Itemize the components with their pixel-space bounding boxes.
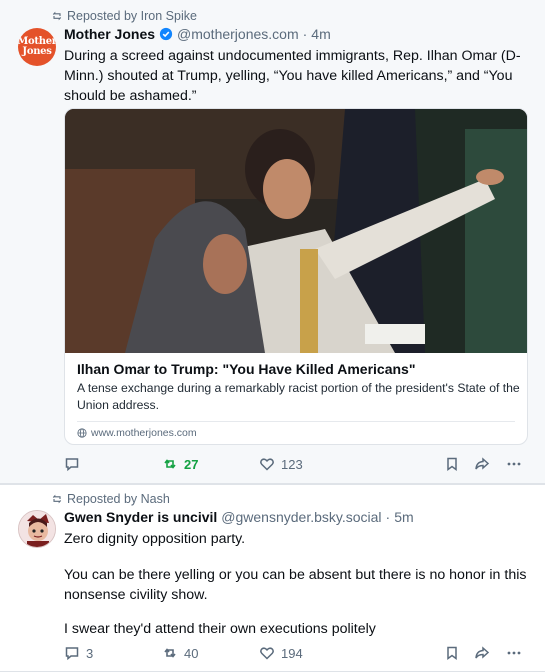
feed-post[interactable]: Reposted by Nash Gwen Snyder is uncivil …	[0, 484, 545, 672]
repost-icon	[52, 11, 62, 21]
card-domain-text: www.motherjones.com	[91, 427, 197, 439]
repost-button[interactable]: 40	[162, 645, 198, 661]
card-thumbnail	[65, 109, 527, 353]
reply-count: 3	[86, 645, 94, 661]
reply-button[interactable]	[64, 456, 86, 472]
avatar-image	[19, 511, 55, 547]
ellipsis-icon	[507, 462, 521, 466]
bookmark-icon	[447, 646, 457, 660]
share-button[interactable]	[474, 645, 490, 661]
bookmark-button[interactable]	[444, 645, 460, 661]
repost-button[interactable]: 27	[162, 456, 198, 472]
card-divider	[77, 421, 515, 422]
author-handle[interactable]: @motherjones.com	[177, 26, 299, 42]
post-time[interactable]: 4m	[311, 26, 330, 42]
heart-icon	[260, 647, 274, 660]
heart-icon	[260, 458, 274, 471]
avatar[interactable]	[18, 510, 56, 548]
share-button[interactable]	[474, 456, 490, 472]
card-domain: www.motherjones.com	[77, 427, 197, 439]
post-actions: 3 40 194	[64, 645, 528, 665]
globe-icon	[77, 428, 87, 438]
avatar[interactable]: Mother Jones	[18, 28, 56, 66]
repost-indicator[interactable]: Reposted by Iron Spike	[51, 9, 197, 23]
feed-post[interactable]: Reposted by Iron Spike Mother Jones Moth…	[0, 0, 545, 484]
share-icon	[475, 457, 490, 470]
repost-icon	[52, 494, 62, 504]
author-name[interactable]: Gwen Snyder is uncivil	[64, 509, 217, 525]
repost-count: 27	[184, 456, 199, 472]
author-name[interactable]: Mother Jones	[64, 26, 155, 42]
repost-icon	[164, 459, 176, 469]
post-text-paragraph: You can be there yelling or you can be a…	[64, 567, 527, 603]
more-options-button[interactable]	[506, 645, 522, 661]
link-card[interactable]: Ilhan Omar to Trump: "You Have Killed Am…	[64, 108, 528, 445]
like-button[interactable]: 123	[259, 456, 303, 472]
bookmark-button[interactable]	[444, 456, 460, 472]
post-text: During a screed against undocumented imm…	[64, 48, 521, 104]
avatar-logo-line: Jones	[22, 46, 52, 57]
repost-indicator[interactable]: Reposted by Nash	[51, 492, 170, 506]
reply-icon	[65, 647, 79, 661]
dot-separator: ·	[385, 509, 391, 525]
reply-button[interactable]: 3	[64, 645, 93, 661]
repost-count: 40	[184, 645, 199, 661]
post-text-paragraph: Zero dignity opposition party.	[64, 531, 246, 547]
share-icon	[475, 646, 490, 659]
verified-badge-icon[interactable]	[159, 27, 173, 41]
repost-icon	[164, 648, 176, 658]
author-handle[interactable]: @gwensnyder.bsky.social	[221, 509, 381, 525]
post-actions: 27 123	[64, 456, 528, 476]
reply-icon	[65, 458, 79, 472]
repost-label: Reposted by Iron Spike	[67, 9, 197, 23]
repost-label: Reposted by Nash	[67, 492, 170, 506]
card-description: A tense exchange during a remarkably rac…	[77, 381, 520, 412]
bookmark-icon	[447, 457, 457, 471]
post-time[interactable]: 5m	[394, 509, 413, 525]
like-count: 194	[281, 645, 303, 661]
ellipsis-icon	[507, 651, 521, 655]
more-options-button[interactable]	[506, 456, 522, 472]
card-title: Ilhan Omar to Trump: "You Have Killed Am…	[77, 361, 416, 377]
like-count: 123	[281, 456, 303, 472]
post-text-paragraph: I swear they'd attend their own executio…	[64, 621, 376, 637]
dot-separator: ·	[302, 26, 308, 42]
like-button[interactable]: 194	[259, 645, 303, 661]
